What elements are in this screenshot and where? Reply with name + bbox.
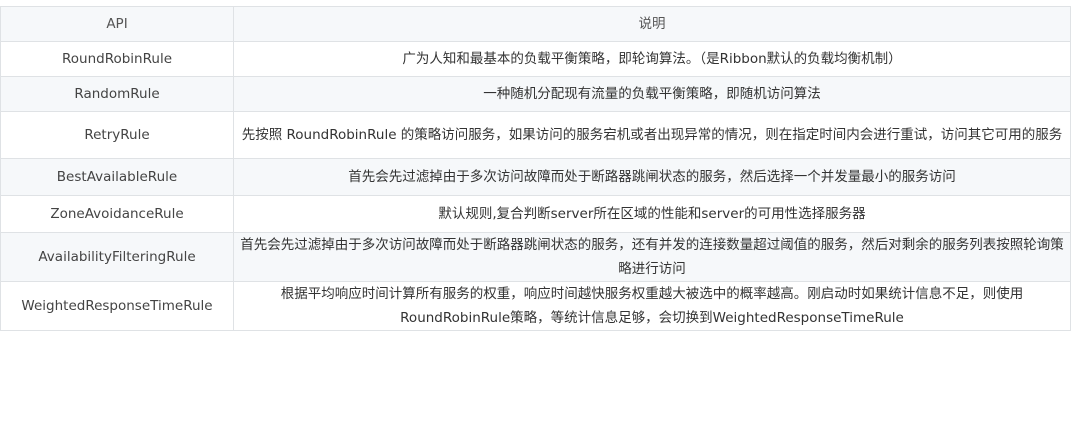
api-description-cell: 首先会先过滤掉由于多次访问故障而处于断路器跳闸状态的服务，然后选择一个并发量最小… <box>233 158 1071 196</box>
api-description-cell: 首先会先过滤掉由于多次访问故障而处于断路器跳闸状态的服务，还有并发的连接数量超过… <box>233 232 1071 282</box>
table-row: AvailabilityFilteringRule 首先会先过滤掉由于多次访问故… <box>0 232 1071 282</box>
table-row: RandomRule 一种随机分配现有流量的负载平衡策略，即随机访问算法 <box>0 76 1071 112</box>
api-name-cell: WeightedResponseTimeRule <box>0 281 234 331</box>
api-description-cell: 广为人知和最基本的负载平衡策略，即轮询算法。（是Ribbon默认的负载均衡机制） <box>233 41 1071 77</box>
table-header: API 说明 <box>0 6 1071 42</box>
api-description-cell: 根据平均响应时间计算所有服务的权重，响应时间越快服务权重越大被选中的概率越高。刚… <box>233 281 1071 331</box>
api-name-cell: BestAvailableRule <box>0 158 234 196</box>
api-name-cell: RetryRule <box>0 111 234 159</box>
table-body: RoundRobinRule 广为人知和最基本的负载平衡策略，即轮询算法。（是R… <box>0 41 1071 331</box>
api-rule-table: API 说明 RoundRobinRule 广为人知和最基本的负载平衡策略，即轮… <box>0 6 1071 331</box>
table-row: ZoneAvoidanceRule 默认规则,复合判断server所在区域的性能… <box>0 195 1071 233</box>
api-description-cell: 默认规则,复合判断server所在区域的性能和server的可用性选择服务器 <box>233 195 1071 233</box>
api-rule-table-container: API 说明 RoundRobinRule 广为人知和最基本的负载平衡策略，即轮… <box>0 6 1071 331</box>
table-row: BestAvailableRule 首先会先过滤掉由于多次访问故障而处于断路器跳… <box>0 158 1071 196</box>
api-name-cell: RoundRobinRule <box>0 41 234 77</box>
api-name-cell: RandomRule <box>0 76 234 112</box>
api-name-cell: AvailabilityFilteringRule <box>0 232 234 282</box>
api-description-cell: 先按照 RoundRobinRule 的策略访问服务，如果访问的服务宕机或者出现… <box>233 111 1071 159</box>
table-row: WeightedResponseTimeRule 根据平均响应时间计算所有服务的… <box>0 281 1071 331</box>
column-header-description: 说明 <box>233 6 1071 42</box>
api-name-cell: ZoneAvoidanceRule <box>0 195 234 233</box>
column-header-api: API <box>0 6 234 42</box>
table-row: RoundRobinRule 广为人知和最基本的负载平衡策略，即轮询算法。（是R… <box>0 41 1071 77</box>
table-row: RetryRule 先按照 RoundRobinRule 的策略访问服务，如果访… <box>0 111 1071 159</box>
table-header-row: API 说明 <box>0 6 1071 42</box>
api-description-cell: 一种随机分配现有流量的负载平衡策略，即随机访问算法 <box>233 76 1071 112</box>
